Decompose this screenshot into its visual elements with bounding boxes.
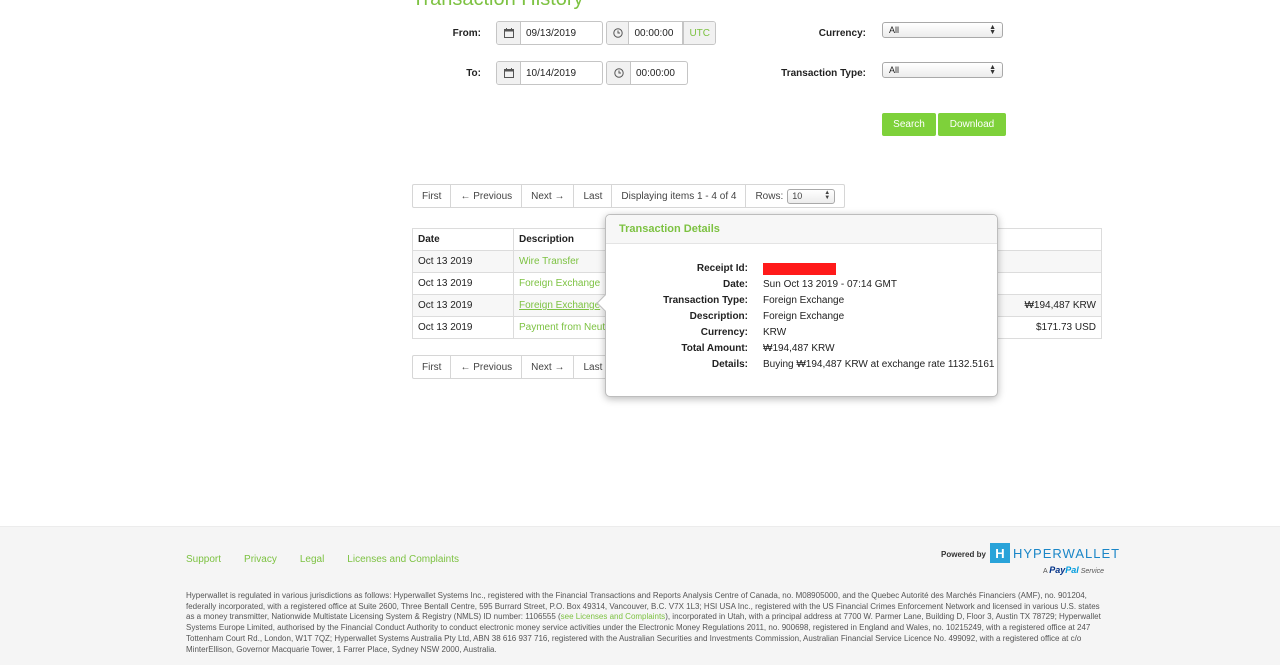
detail-key: Date: — [722, 279, 748, 290]
cell-date: Oct 13 2019 — [412, 316, 514, 339]
detail-value — [763, 263, 836, 275]
detail-key: Total Amount: — [681, 343, 748, 354]
footer-link-licenses[interactable]: Licenses and Complaints — [347, 554, 459, 565]
from-time-field[interactable]: 00:00:00 UTC — [606, 21, 716, 45]
detail-row: Date: Sun Oct 13 2019 - 07:14 GMT — [606, 279, 999, 293]
dropdown-arrows-icon: ▲ ▼ — [989, 24, 996, 36]
powered-by-label: Powered by — [941, 550, 986, 559]
transaction-type-select[interactable]: All ▲ ▼ — [882, 62, 1003, 78]
cell-date: Oct 13 2019 — [412, 272, 514, 295]
to-time-field[interactable]: 00:00:00 — [606, 61, 688, 85]
pager-next[interactable]: Next → — [522, 356, 575, 378]
detail-value: KRW — [763, 327, 787, 338]
from-date-value: 09/13/2019 — [526, 27, 577, 39]
detail-key: Transaction Type: — [663, 295, 748, 306]
currency-label: Currency: — [818, 28, 866, 39]
pager-first[interactable]: First — [413, 185, 452, 207]
to-time-value: 00:00:00 — [636, 67, 675, 79]
detail-key: Currency: — [700, 327, 748, 338]
page-title: Transaction History — [412, 0, 584, 11]
footer: Support Privacy Legal Licenses and Compl… — [0, 526, 1280, 665]
detail-key: Receipt Id: — [696, 263, 748, 274]
detail-key: Description: — [689, 311, 748, 322]
pager-last[interactable]: Last — [574, 185, 613, 207]
from-label: From: — [452, 28, 481, 39]
to-date-field[interactable]: 10/14/2019 — [496, 61, 603, 85]
cell-date: Oct 13 2019 — [412, 250, 514, 273]
rows-label: Rows: — [755, 190, 784, 202]
paypal-pal: Pal — [1065, 565, 1079, 575]
currency-select-value: All — [889, 25, 900, 35]
popover-title: Transaction Details — [606, 215, 997, 244]
transaction-type-select-value: All — [889, 65, 900, 75]
download-button[interactable]: Download — [938, 113, 1006, 136]
hyperwallet-wordmark: HYPERWALLET — [1013, 546, 1121, 561]
from-date-field[interactable]: 09/13/2019 — [496, 21, 603, 45]
detail-row: Description: Foreign Exchange — [606, 311, 999, 325]
rows-select[interactable]: 10 ▲ ▼ — [787, 188, 836, 204]
timezone-label: UTC — [683, 22, 715, 44]
footer-link-legal[interactable]: Legal — [300, 554, 324, 565]
paypal-pay: Pay — [1049, 565, 1066, 575]
dropdown-arrows-icon: ▲ ▼ — [824, 190, 831, 201]
pager-first[interactable]: First — [413, 356, 452, 378]
column-header-date: Date — [412, 228, 514, 251]
legal-disclaimer: Hyperwallet is regulated in various juri… — [186, 591, 1104, 655]
from-time-value: 00:00:00 — [629, 22, 684, 44]
powered-by-brand: Powered by H HYPERWALLET A PayPal Servic… — [941, 542, 1119, 576]
footer-link-support[interactable]: Support — [186, 554, 221, 565]
dropdown-arrows-icon: ▲ ▼ — [989, 64, 996, 76]
pager-rows: Rows: 10 ▲ ▼ — [746, 185, 844, 207]
pager-previous[interactable]: ← Previous — [451, 185, 523, 207]
transaction-type-label: Transaction Type: — [781, 68, 866, 79]
search-button[interactable]: Search — [882, 113, 936, 136]
detail-key: Details: — [711, 359, 748, 370]
clock-icon — [607, 22, 630, 44]
pager-top: First ← Previous Next → Last Displaying … — [412, 184, 846, 208]
clock-icon — [607, 62, 631, 84]
detail-value: Buying ₩194,487 KRW at exchange rate 113… — [763, 359, 995, 370]
tagline-prefix: A — [1043, 568, 1048, 575]
rows-select-value: 10 — [792, 191, 803, 201]
pager-previous[interactable]: ← Previous — [451, 356, 523, 378]
tagline-suffix: Service — [1080, 568, 1105, 575]
detail-value: ₩194,487 KRW — [763, 343, 835, 354]
detail-value: Foreign Exchange — [763, 295, 845, 306]
calendar-icon — [497, 62, 521, 84]
currency-select[interactable]: All ▲ ▼ — [882, 22, 1003, 38]
detail-value: Sun Oct 13 2019 - 07:14 GMT — [763, 279, 897, 290]
transaction-details-popover: Transaction Details Receipt Id: Date: Su… — [596, 214, 999, 397]
cell-date: Oct 13 2019 — [412, 294, 514, 317]
redacted-receipt-id — [763, 263, 836, 275]
pager-bottom: First ← Previous Next → Last — [412, 355, 613, 379]
detail-row: Receipt Id: — [606, 263, 999, 277]
calendar-icon — [497, 22, 521, 44]
detail-row: Transaction Type: Foreign Exchange — [606, 295, 999, 309]
detail-row: Total Amount: ₩194,487 KRW — [606, 343, 999, 357]
to-label: To: — [466, 68, 481, 79]
detail-row: Currency: KRW — [606, 327, 999, 341]
pager-display: Displaying items 1 - 4 of 4 — [612, 185, 747, 207]
footer-links: Support Privacy Legal Licenses and Compl… — [186, 554, 482, 565]
footer-link-privacy[interactable]: Privacy — [244, 554, 277, 565]
licenses-complaints-link[interactable]: see Licenses and Complaints — [561, 612, 666, 621]
to-date-value: 10/14/2019 — [526, 67, 577, 79]
detail-row: Details: Buying ₩194,487 KRW at exchange… — [606, 359, 999, 373]
paypal-wordmark: PayPal — [1049, 565, 1079, 575]
hyperwallet-logo-icon: H — [990, 543, 1010, 563]
description-link-text[interactable]: Foreign Exchange — [519, 300, 600, 311]
pager-next[interactable]: Next → — [522, 185, 575, 207]
paypal-service-tagline: A PayPal Service — [1043, 565, 1104, 575]
detail-value: Foreign Exchange — [763, 311, 845, 322]
